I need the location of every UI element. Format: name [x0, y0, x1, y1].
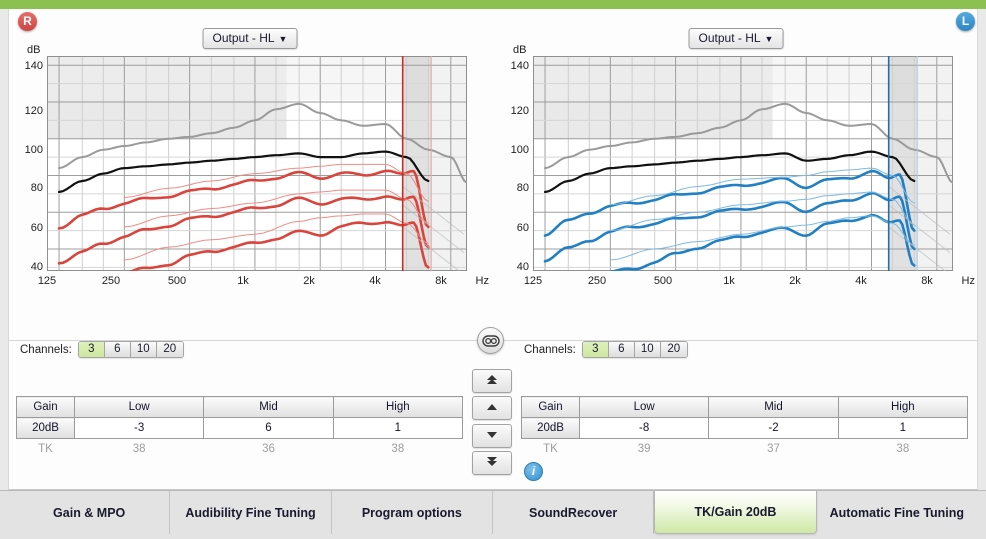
- channels-segmented-right[interactable]: 3 6 10 20: [77, 341, 184, 358]
- table-row-gain: 20dB -8 -2 1: [521, 417, 969, 439]
- channel-option-10[interactable]: 10: [634, 342, 661, 357]
- tk-high-value: 38: [391, 442, 405, 455]
- col-header-high: High: [332, 396, 464, 418]
- tab-soundrecover[interactable]: SoundRecover: [493, 491, 655, 534]
- gain-low-value[interactable]: -8: [578, 417, 710, 439]
- left-rail: [0, 9, 9, 490]
- gain-low-value[interactable]: -3: [73, 417, 205, 439]
- tab-audibility-fine-tuning[interactable]: Audibility Fine Tuning: [170, 491, 332, 534]
- table-header-row: Gain Low Mid High: [521, 396, 969, 418]
- channel-option-3[interactable]: 3: [78, 342, 105, 357]
- col-header-mid: Mid: [708, 396, 839, 418]
- link-ears-button[interactable]: [477, 327, 504, 354]
- output-view-dropdown-right[interactable]: Output - HL ▼: [202, 28, 298, 49]
- channels-row-left: Channels: 3 6 10 20: [524, 341, 688, 358]
- right-rail: [977, 9, 986, 490]
- right-ear-graph-panel: Output - HL ▼ dB Hz 140 120 100 80 60 40 …: [11, 12, 489, 322]
- channel-option-20[interactable]: 20: [660, 342, 687, 357]
- table-header-row: Gain Low Mid High: [16, 396, 464, 418]
- bottom-tabbar: Gain & MPO Audibility Fine Tuning Progra…: [0, 490, 986, 539]
- tab-program-options[interactable]: Program options: [332, 491, 493, 534]
- gain-high-value[interactable]: 1: [332, 417, 464, 439]
- channel-option-6[interactable]: 6: [104, 342, 131, 357]
- chevron-down-icon: ▼: [764, 34, 774, 44]
- channel-option-20[interactable]: 20: [156, 342, 183, 357]
- col-header-high: High: [837, 396, 969, 418]
- channels-row-right: Channels: 3 6 10 20: [20, 341, 184, 358]
- col-header-gain: Gain: [16, 396, 75, 418]
- table-row-gain: 20dB -3 6 1: [16, 417, 464, 439]
- double-up-arrow-icon: [487, 375, 497, 385]
- col-header-mid: Mid: [203, 396, 334, 418]
- down-arrow-icon: [487, 432, 497, 439]
- double-down-arrow-icon: [487, 457, 497, 467]
- tk-mid-value: 36: [262, 442, 275, 455]
- channels-segmented-left[interactable]: 3 6 10 20: [581, 341, 688, 358]
- tk-high-value: 38: [896, 442, 910, 455]
- y-axis-unit-left: dB: [513, 44, 527, 56]
- channels-label: Channels:: [524, 343, 576, 356]
- dropdown-label: Output - HL: [698, 31, 761, 45]
- tk-gain-table-right: Gain Low Mid High 20dB -3 6 1 TK 38 36 3: [16, 396, 464, 459]
- x-axis-unit-right: Hz: [475, 275, 489, 287]
- tk-gain-table-left: Gain Low Mid High 20dB -8 -2 1 TK 39 37: [521, 396, 969, 459]
- tk-row-label: TK: [38, 442, 53, 455]
- tk-low-value: 38: [132, 442, 146, 455]
- tk-mid-value: 37: [767, 442, 780, 455]
- link-icon: [482, 335, 500, 347]
- gain-high-value[interactable]: 1: [837, 417, 969, 439]
- table-row-tk: TK 39 37 38: [522, 439, 968, 459]
- left-ear-graph-panel: Output - HL ▼ dB Hz 140 120 100 80 60 40 …: [497, 12, 975, 322]
- fitting-software-window: R L Output - HL ▼ dB Hz 140 120 100 80 60…: [0, 0, 986, 539]
- channel-option-10[interactable]: 10: [130, 342, 157, 357]
- stepper-increase-small[interactable]: [472, 396, 512, 420]
- table-row-tk: TK 38 36 38: [17, 439, 463, 459]
- gain-row-label[interactable]: 20dB: [521, 417, 580, 439]
- channels-label: Channels:: [20, 343, 72, 356]
- channel-option-6[interactable]: 6: [608, 342, 635, 357]
- x-axis-unit-left: Hz: [961, 275, 975, 287]
- right-ear-plot[interactable]: [47, 56, 467, 271]
- gain-mid-value[interactable]: 6: [203, 417, 334, 439]
- col-header-low: Low: [578, 396, 710, 418]
- top-accent-bar: [0, 0, 986, 9]
- tk-row-label: TK: [543, 442, 558, 455]
- stepper-decrease-small[interactable]: [472, 424, 512, 448]
- y-axis-unit-right: dB: [27, 44, 41, 56]
- stepper-decrease-large[interactable]: [472, 451, 512, 475]
- gain-mid-value[interactable]: -2: [708, 417, 839, 439]
- tab-automatic-fine-tuning[interactable]: Automatic Fine Tuning: [817, 491, 977, 534]
- chevron-down-icon: ▼: [278, 34, 288, 44]
- up-arrow-icon: [487, 404, 497, 411]
- channel-option-3[interactable]: 3: [582, 342, 609, 357]
- dropdown-label: Output - HL: [212, 31, 275, 45]
- col-header-low: Low: [73, 396, 205, 418]
- stepper-increase-large[interactable]: [472, 369, 512, 393]
- tab-gain-mpo[interactable]: Gain & MPO: [9, 491, 171, 534]
- left-ear-plot[interactable]: [533, 56, 953, 271]
- gain-row-label[interactable]: 20dB: [16, 417, 75, 439]
- tk-low-value: 39: [637, 442, 651, 455]
- info-button[interactable]: i: [524, 462, 543, 481]
- tab-tk-gain-20db[interactable]: TK/Gain 20dB: [654, 491, 817, 534]
- output-view-dropdown-left[interactable]: Output - HL ▼: [688, 28, 784, 49]
- col-header-gain: Gain: [521, 396, 580, 418]
